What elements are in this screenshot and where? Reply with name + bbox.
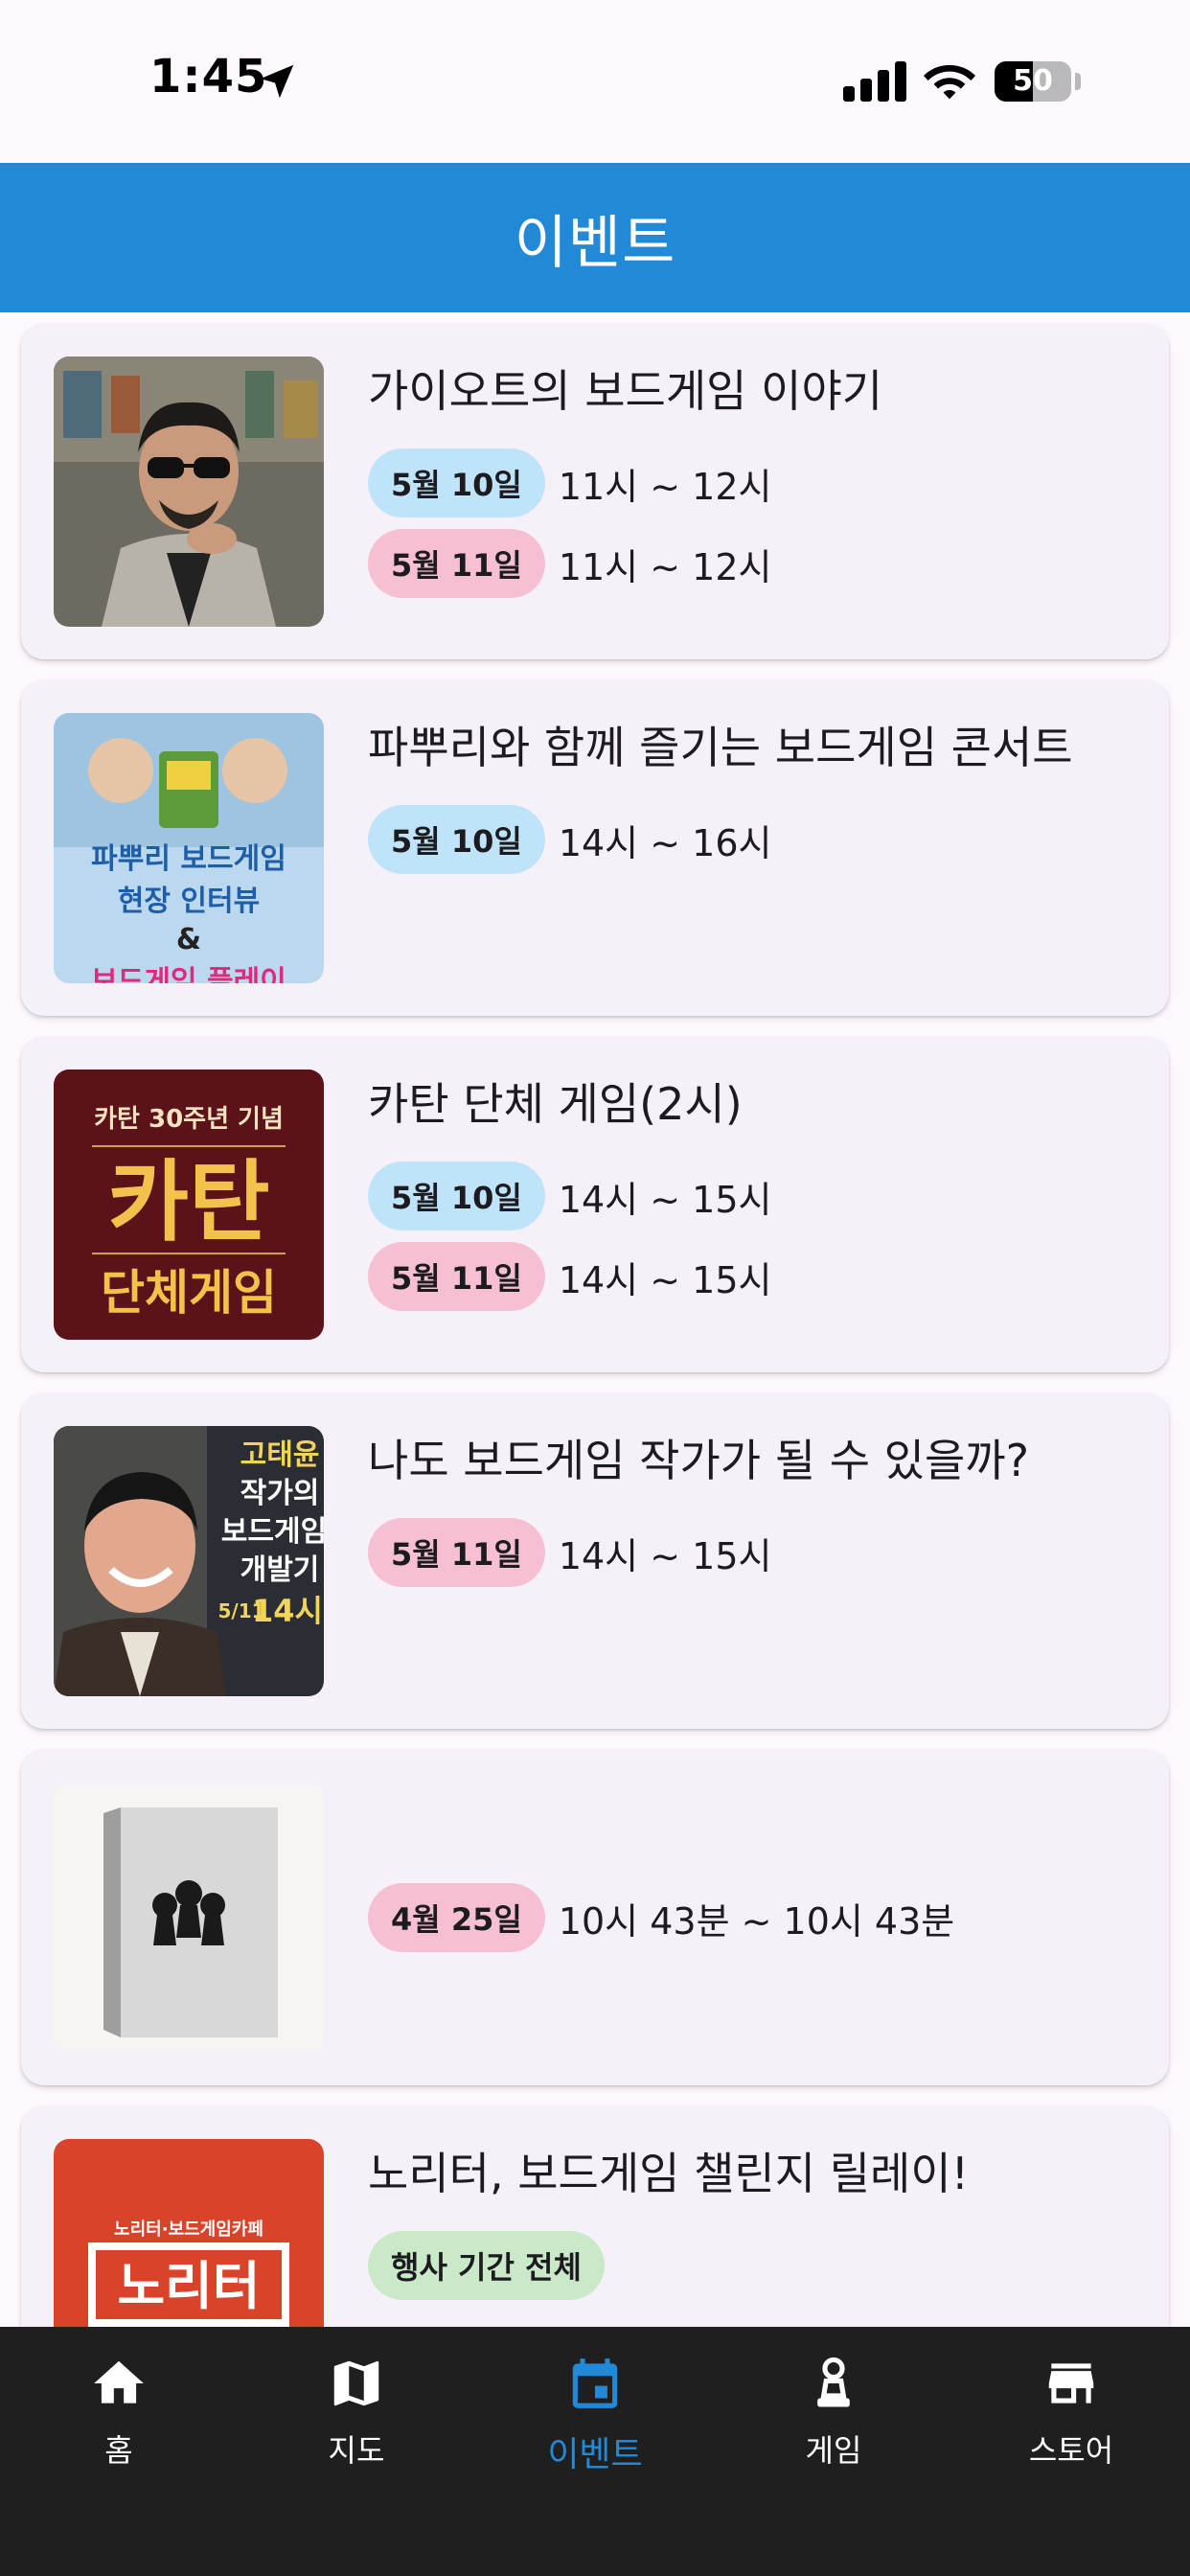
event-thumbnail-noriter: 노리터·보드게임카페 노리터: [54, 2139, 324, 2327]
event-title: 파뿌리와 함께 즐기는 보드게임 콘서트: [368, 722, 1073, 773]
event-thumbnail-papuri: 파뿌리 보드게임 현장 인터뷰 & 보드게임 플레이: [54, 713, 324, 983]
nav-label: 홈: [104, 2432, 133, 2469]
battery-indicator: 50: [995, 61, 1071, 102]
time-range: 11시 ~ 12시: [558, 545, 772, 588]
poster-line-3: &: [176, 923, 201, 956]
date-chip: 5월 10일: [368, 1162, 545, 1230]
poster-image-icon: 노리터·보드게임카페 노리터: [54, 2139, 324, 2327]
nav-item-store[interactable]: 스토어: [975, 2354, 1167, 2488]
schedule-row: 4월 25일 10시 43분 ~ 10시 43분: [368, 1883, 954, 1952]
game-box-placeholder-icon: [54, 1782, 324, 2053]
event-card-catan[interactable]: 카탄 30주년 기념 카탄 단체게임 카탄 단체 게임(2시) 5월 10일 1…: [21, 1037, 1169, 1372]
nav-item-events[interactable]: 이벤트: [499, 2354, 691, 2488]
schedule-row: 5월 11일 14시 ~ 15시: [368, 1518, 771, 1587]
poster-line-4: 개발기: [240, 1553, 320, 1587]
nav-item-map[interactable]: 지도: [261, 2354, 452, 2488]
location-arrow-icon: [260, 64, 294, 99]
schedule-row: 5월 11일 14시 ~ 15시: [368, 1242, 771, 1311]
home-icon: [94, 2360, 144, 2404]
time-range: 14시 ~ 16시: [558, 821, 772, 864]
calendar-icon: [572, 2358, 618, 2408]
time-range: 14시 ~ 15시: [558, 1258, 772, 1301]
event-card-gaiot[interactable]: 가이오트의 보드게임 이야기 5월 10일 11시 ~ 12시 5월 11일 1…: [21, 324, 1169, 659]
date-chip: 5월 10일: [368, 448, 545, 518]
battery-cap: [1075, 73, 1081, 90]
poster-line-6: 14시: [252, 1593, 323, 1629]
event-card-author[interactable]: 고태윤 작가의 보드게임 개발기 5/11 14시 나도 보드게임 작가가 될 …: [21, 1393, 1169, 1729]
schedule-row: 5월 11일 11시 ~ 12시: [368, 529, 771, 598]
nav-item-games[interactable]: 게임: [738, 2354, 929, 2488]
status-bar: 1:45 50: [0, 0, 1190, 163]
poster-line-1: 카탄 30주년 기념: [94, 1105, 284, 1134]
date-chip: 5월 11일: [368, 529, 545, 598]
event-list[interactable]: 가이오트의 보드게임 이야기 5월 10일 11시 ~ 12시 5월 11일 1…: [0, 312, 1190, 2327]
nav-label: 지도: [328, 2432, 385, 2469]
nav-label: 게임: [805, 2432, 862, 2469]
event-card-noriter[interactable]: 노리터·보드게임카페 노리터 노리터, 보드게임 챌린지 릴레이! 행사 기간 …: [21, 2106, 1169, 2327]
poster-line-3: 단체게임: [101, 1265, 277, 1321]
person-photo-icon: [54, 356, 324, 627]
event-thumbnail-author: 고태윤 작가의 보드게임 개발기 5/11 14시: [54, 1426, 324, 1696]
poster-line-1: 고태윤: [240, 1438, 320, 1472]
person-photo-icon: 고태윤 작가의 보드게임 개발기 5/11 14시: [54, 1426, 324, 1696]
poster-line-4: 보드게임 플레이: [91, 965, 286, 983]
poster-line-1: 파뿌리 보드게임: [91, 842, 286, 876]
poster-image-icon: 카탄 30주년 기념 카탄 단체게임: [54, 1070, 324, 1340]
wifi-icon: [924, 65, 975, 100]
date-chip: 행사 기간 전체: [368, 2231, 605, 2300]
poster-line-1: 노리터·보드게임카페: [114, 2220, 263, 2240]
schedule-row: 5월 10일 14시 ~ 16시: [368, 805, 771, 874]
page-title: 이벤트: [514, 209, 676, 277]
time-range: 14시 ~ 15시: [558, 1178, 772, 1221]
event-title: 가이오트의 보드게임 이야기: [368, 365, 883, 417]
status-time: 1:45: [149, 50, 268, 104]
event-thumbnail-placeholder: [54, 1782, 324, 2053]
schedule-row: 5월 10일 14시 ~ 15시: [368, 1162, 771, 1230]
store-icon: [1048, 2363, 1094, 2404]
time-range: 10시 43분 ~ 10시 43분: [558, 1899, 955, 1943]
time-range: 11시 ~ 12시: [558, 465, 772, 508]
event-thumbnail-catan: 카탄 30주년 기념 카탄 단체게임: [54, 1070, 324, 1340]
pawn-icon: [817, 2357, 850, 2407]
event-card-untitled[interactable]: 4월 25일 10시 43분 ~ 10시 43분: [21, 1750, 1169, 2085]
schedule-row: 5월 10일 11시 ~ 12시: [368, 448, 771, 518]
event-title: 노리터, 보드게임 챌린지 릴레이!: [368, 2148, 970, 2199]
poster-line-2: 작가의: [240, 1477, 320, 1510]
bottom-navigation: 홈 지도 이벤트 게임 스토어: [0, 2327, 1190, 2576]
date-chip: 5월 11일: [368, 1242, 545, 1311]
time-range: 14시 ~ 15시: [558, 1534, 772, 1577]
app-screen: 1:45 50 이벤트 가이오트의 보드게임 이야기 5월 10일 11시 ~ …: [0, 0, 1190, 2576]
event-title: 나도 보드게임 작가가 될 수 있을까?: [368, 1435, 1030, 1486]
poster-line-2: 현장 인터뷰: [118, 885, 260, 918]
poster-line-2: 노리터: [117, 2256, 260, 2316]
poster-image-icon: 파뿌리 보드게임 현장 인터뷰 & 보드게임 플레이: [54, 713, 324, 983]
nav-item-home[interactable]: 홈: [23, 2354, 215, 2488]
nav-label: 이벤트: [547, 2435, 643, 2474]
app-bar: 이벤트: [0, 163, 1190, 312]
battery-percent: 50: [1013, 64, 1053, 98]
date-chip: 4월 25일: [368, 1883, 545, 1952]
event-card-papuri[interactable]: 파뿌리 보드게임 현장 인터뷰 & 보드게임 플레이 파뿌리와 함께 즐기는 보…: [21, 680, 1169, 1016]
nav-label: 스토어: [1028, 2432, 1114, 2469]
event-title: 카탄 단체 게임(2시): [368, 1078, 743, 1130]
cellular-signal-icon: [843, 61, 906, 102]
poster-line-2: 카탄: [107, 1151, 269, 1254]
event-thumbnail-gaiot: [54, 356, 324, 627]
schedule-row: 행사 기간 전체: [368, 2231, 605, 2300]
map-icon: [333, 2360, 379, 2406]
date-chip: 5월 11일: [368, 1518, 545, 1587]
poster-line-3: 보드게임: [221, 1515, 324, 1549]
date-chip: 5월 10일: [368, 805, 545, 874]
